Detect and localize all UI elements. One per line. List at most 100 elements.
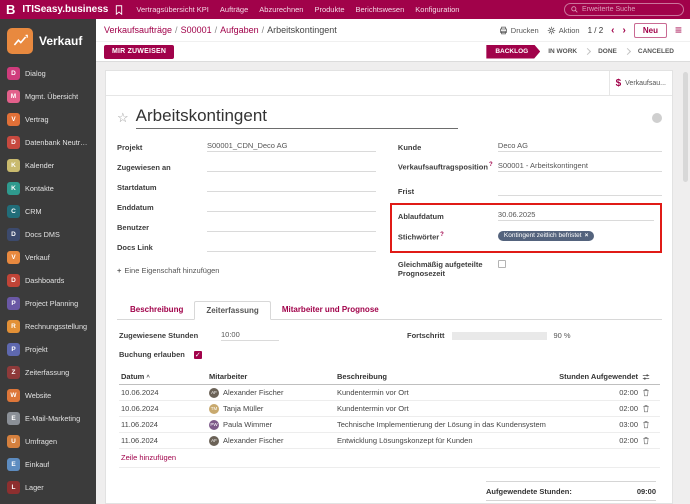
sidebar-item-website[interactable]: WWebsite [0, 384, 96, 407]
delete-row-icon[interactable] [642, 388, 658, 397]
app-logo[interactable]: B [6, 0, 15, 19]
sidebar-item-crm[interactable]: CCRM [0, 200, 96, 223]
sidebar-item-lager[interactable]: LLager [0, 476, 96, 499]
field-ablaufdatum[interactable]: 30.06.2025 [498, 210, 654, 221]
sidebar-item-project-planning[interactable]: PProject Planning [0, 292, 96, 315]
stage-in-work[interactable]: IN WORK [540, 48, 585, 55]
sidebar-item-rechnungsstellung[interactable]: RRechnungsstellung [0, 315, 96, 338]
sidebar-item-kontakte[interactable]: KKontakte [0, 177, 96, 200]
help-icon[interactable]: ? [440, 232, 444, 238]
sidebar-item-vertrag[interactable]: VVertrag [0, 108, 96, 131]
add-line-link[interactable]: Zeile hinzufügen [119, 449, 660, 468]
task-title-input[interactable]: Arbeitskontingent [136, 106, 458, 129]
sidebar-item-umfragen[interactable]: UUmfragen [0, 430, 96, 453]
sidebar-item-email-marketing[interactable]: EE-Mail-Marketing [0, 407, 96, 430]
sidebar-item-einkauf[interactable]: EEinkauf [0, 453, 96, 476]
timesheet-row[interactable]: 10.06.2024 AFAlexander Fischer Kundenter… [119, 385, 660, 401]
sidebar-item-datenbank-neutralisierung[interactable]: DDatenbank Neutralisie... [0, 131, 96, 154]
delete-row-icon[interactable] [642, 436, 658, 445]
field-enddatum[interactable] [207, 201, 376, 212]
field-startdatum[interactable] [207, 181, 376, 192]
avatar: PW [209, 420, 219, 430]
menu-produkte[interactable]: Produkte [314, 5, 344, 14]
kanban-state-icon[interactable] [652, 113, 662, 123]
field-benutzer[interactable] [207, 221, 376, 232]
stage-backlog[interactable]: BACKLOG [486, 45, 540, 59]
new-button[interactable]: Neu [634, 23, 667, 38]
favorite-star-icon[interactable]: ☆ [117, 110, 129, 126]
menu-vertragsuebersicht-kpi[interactable]: Vertragsübersicht KPI [136, 5, 209, 14]
global-search-input[interactable]: Erweiterte Suche [564, 3, 684, 16]
field-verkaufsauftragsposition[interactable]: S00001 - Arbeitskontingent [498, 161, 662, 172]
sliders-icon [642, 373, 650, 381]
prognosezeit-checkbox[interactable] [498, 260, 506, 268]
sidebar-item-mgmt-uebersicht[interactable]: MMgmt. Übersicht [0, 85, 96, 108]
print-button[interactable]: Drucken [499, 26, 539, 35]
tab-zeiterfassung[interactable]: Zeiterfassung [194, 301, 270, 320]
column-header-beschreibung[interactable]: Beschreibung [335, 369, 552, 385]
allocated-hours-input[interactable]: 10:00 [221, 330, 279, 341]
action-button[interactable]: Aktion [547, 26, 580, 35]
timesheet-row[interactable]: 11.06.2024 PWPaula Wimmer Technische Imp… [119, 417, 660, 433]
help-icon[interactable]: ? [489, 162, 493, 168]
field-label-zugewiesen-an: Zugewiesen an [117, 163, 207, 172]
notebook-tabs: Beschreibung Zeiterfassung Mitarbeiter u… [117, 301, 662, 320]
delete-row-icon[interactable] [642, 404, 658, 413]
tab-mitarbeiter-und-prognose[interactable]: Mitarbeiter und Prognose [271, 301, 390, 319]
menu-berichtswesen[interactable]: Berichtswesen [356, 5, 405, 14]
current-app[interactable]: Verkauf [0, 19, 96, 62]
tag-pill[interactable]: Kontingent zeitlich befristet× [498, 231, 594, 241]
field-zugewiesen-an[interactable] [207, 161, 376, 172]
field-docs-link[interactable] [207, 241, 376, 252]
field-kunde[interactable]: Deco AG [498, 141, 662, 152]
field-stichwoerter[interactable]: Kontingent zeitlich befristet× [498, 230, 654, 242]
dashboards-icon: D [7, 274, 20, 287]
tab-beschreibung[interactable]: Beschreibung [119, 301, 194, 319]
vertical-scrollbar[interactable] [683, 72, 688, 182]
column-header-datum[interactable]: Datum^ [119, 369, 207, 385]
timesheet-row[interactable]: 10.06.2024 TMTanja Müller Kundentermin v… [119, 401, 660, 417]
column-header-stunden[interactable]: Stunden Aufgewendet [552, 369, 640, 385]
docs-dms-icon: D [7, 228, 20, 241]
field-projekt[interactable]: S00001_CDN_Deco AG [207, 141, 376, 152]
menu-auftraege[interactable]: Aufträge [220, 5, 248, 14]
avatar: AF [209, 388, 219, 398]
bookmark-icon[interactable] [115, 5, 123, 15]
top-navbar: B ITISeasy.business Vertragsübersicht KP… [0, 0, 690, 19]
timesheet-row[interactable]: 11.06.2024 AFAlexander Fischer Entwicklu… [119, 433, 660, 449]
stage-done[interactable]: DONE [590, 48, 625, 55]
datenbank-icon: D [7, 136, 20, 149]
field-frist[interactable] [498, 185, 662, 196]
sidebar-item-docs-dms[interactable]: DDocs DMS [0, 223, 96, 246]
brand-name[interactable]: ITISeasy.business [22, 4, 108, 15]
delete-row-icon[interactable] [642, 420, 658, 429]
stage-canceled[interactable]: CANCELED [630, 48, 682, 55]
sidebar-item-projekt[interactable]: PProjekt [0, 338, 96, 361]
add-property-link[interactable]: +Eine Eigenschaft hinzufügen [117, 266, 376, 275]
breadcrumb-s00001[interactable]: S00001 [181, 25, 212, 35]
sidebar-item-zeiterfassung[interactable]: ZZeiterfassung [0, 361, 96, 384]
sidebar-item-kalender[interactable]: KKalender [0, 154, 96, 177]
menu-konfiguration[interactable]: Konfiguration [415, 5, 459, 14]
lager-icon: L [7, 481, 20, 494]
booking-checkbox[interactable]: ✓ [194, 351, 202, 359]
sidebar-item-verkauf[interactable]: VVerkauf [0, 246, 96, 269]
sidebar-item-dashboards[interactable]: DDashboards [0, 269, 96, 292]
menu-abzurechnen[interactable]: Abzurechnen [259, 5, 303, 14]
verkauf-app-icon [7, 28, 33, 54]
sidebar-item-dialog[interactable]: DDialog [0, 62, 96, 85]
pager-next-icon[interactable]: › [623, 25, 626, 36]
field-label-projekt: Projekt [117, 143, 207, 152]
smart-button-row: $ Verkaufsau... [106, 71, 672, 96]
record-pager: 1 / 2 [588, 26, 604, 35]
hamburger-menu-icon[interactable]: ≡ [675, 24, 682, 36]
assign-to-me-button[interactable]: MIR ZUWEISEN [104, 45, 174, 59]
printer-icon [499, 26, 508, 35]
tag-remove-icon[interactable]: × [585, 232, 589, 239]
breadcrumb-aufgaben[interactable]: Aufgaben [220, 25, 259, 35]
sales-order-smart-button[interactable]: $ Verkaufsau... [609, 71, 672, 95]
column-header-mitarbeiter[interactable]: Mitarbeiter [207, 369, 335, 385]
breadcrumb-verkaufsauftraege[interactable]: Verkaufsaufträge [104, 25, 172, 35]
pager-prev-icon[interactable]: ‹ [611, 25, 614, 36]
optional-columns-button[interactable] [640, 369, 660, 385]
